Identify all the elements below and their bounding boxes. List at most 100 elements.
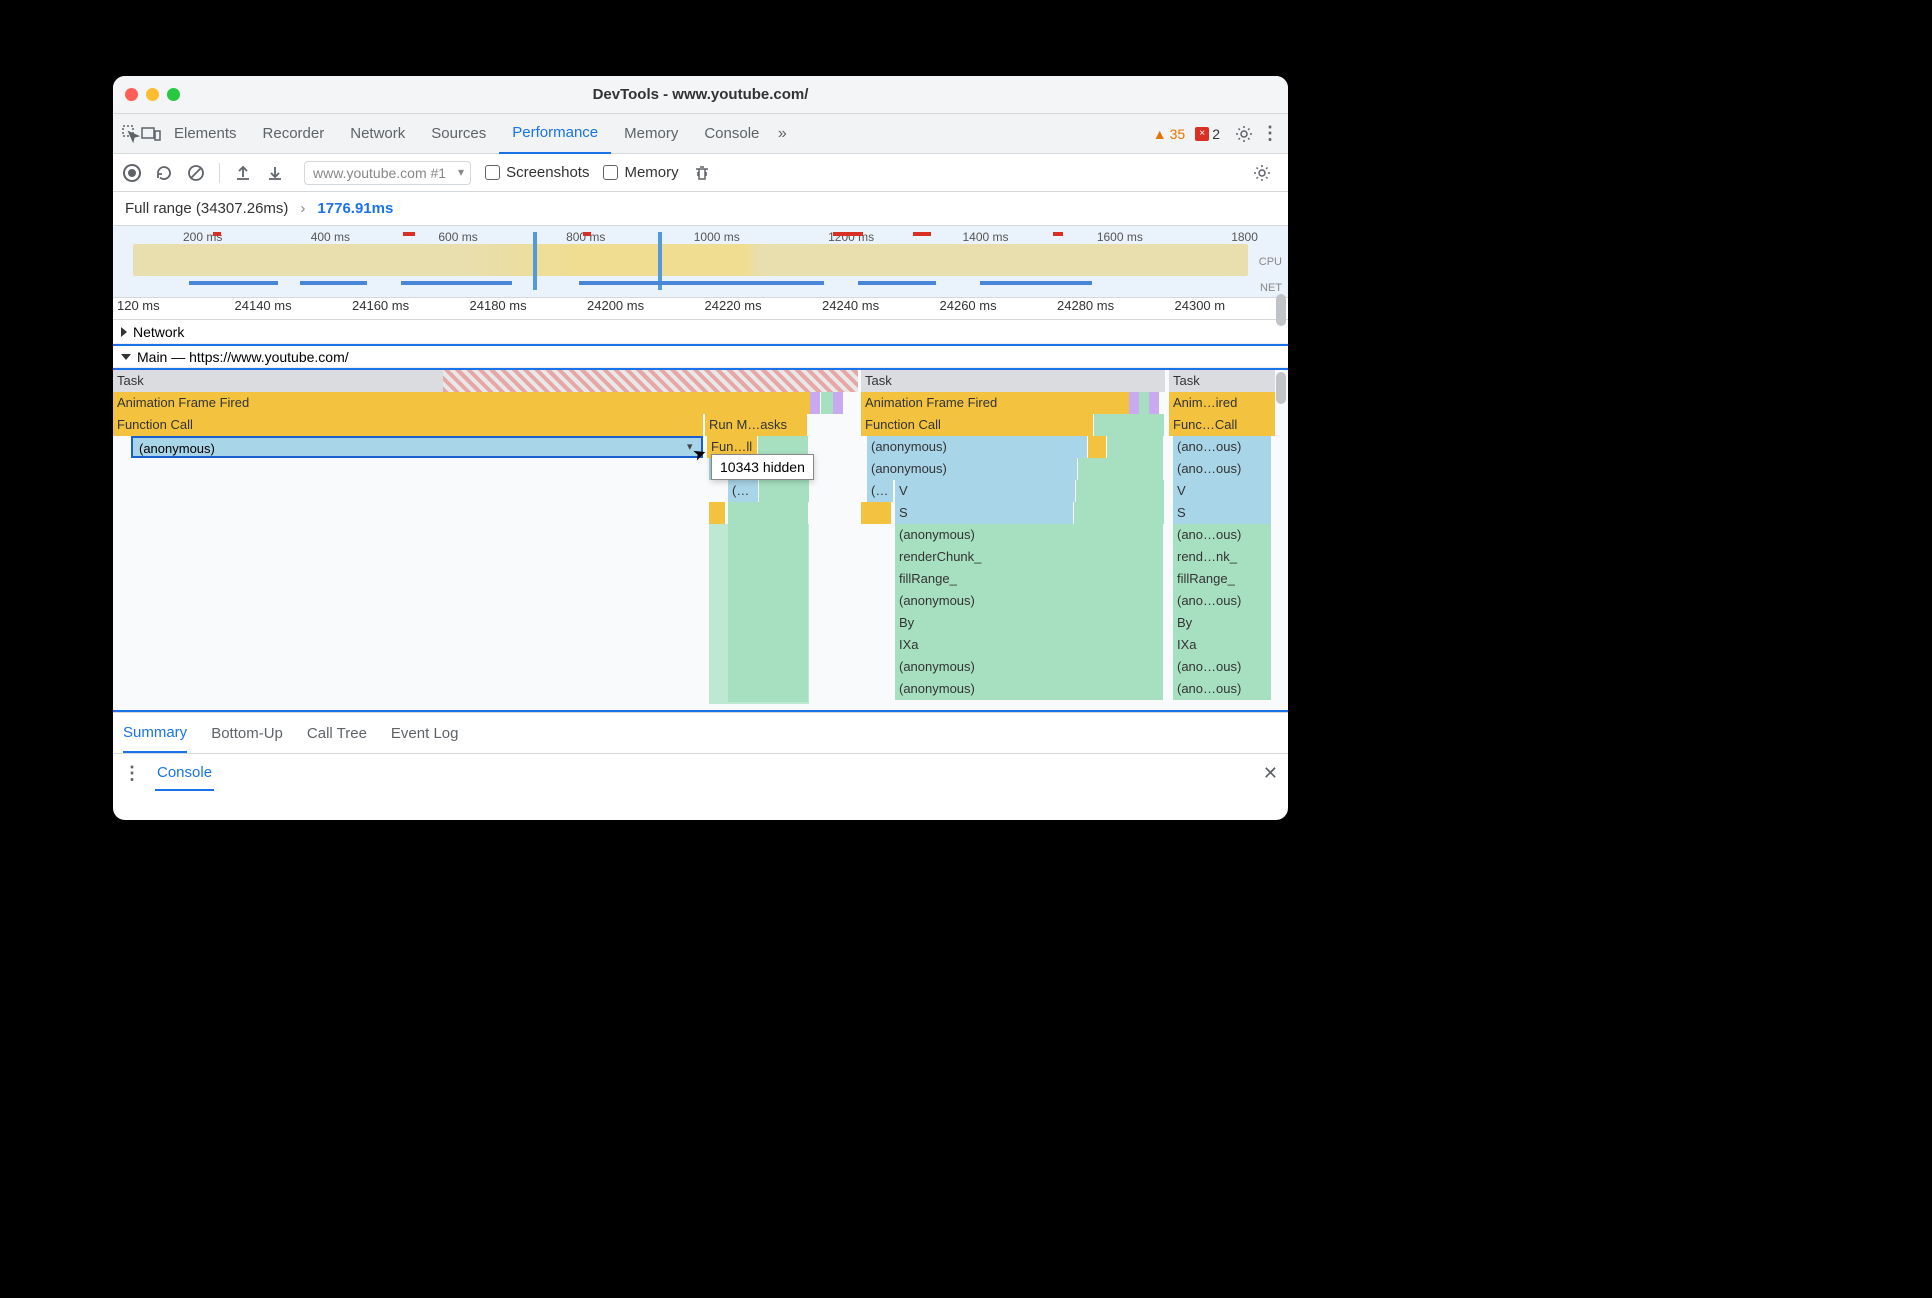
flame-slice[interactable] <box>1139 392 1149 414</box>
main-track[interactable]: Main — https://www.youtube.com/ <box>113 344 1288 368</box>
flame-paren[interactable]: (… <box>728 480 758 502</box>
flame-aff[interactable]: Animation Frame Fired <box>113 392 810 414</box>
flame-anon[interactable]: (anonymous) <box>895 524 1163 546</box>
panel-settings-icon[interactable] <box>1252 163 1272 183</box>
settings-icon[interactable] <box>1234 124 1254 144</box>
inspect-element-icon[interactable] <box>121 124 141 144</box>
flame-slice[interactable] <box>1078 458 1163 480</box>
flame-render[interactable]: rend…nk_ <box>1173 546 1271 568</box>
tab-sources[interactable]: Sources <box>418 114 499 154</box>
flame-anon[interactable]: (ano…ous) <box>1173 436 1271 458</box>
flame-anon[interactable]: (anonymous) <box>867 436 1087 458</box>
flame-functioncall[interactable]: Function Call <box>861 414 1093 436</box>
errors-badge[interactable]: × 2 <box>1195 126 1220 142</box>
flame-slice[interactable] <box>810 392 820 414</box>
flame-slice[interactable] <box>709 502 725 524</box>
overview-marker <box>913 232 931 236</box>
flame-slice[interactable] <box>861 502 891 524</box>
overview-minimap[interactable]: 200 ms400 ms600 ms800 ms1000 ms1200 ms14… <box>113 226 1288 298</box>
profile-select[interactable]: www.youtube.com #1 <box>304 161 471 185</box>
flame-slice[interactable] <box>1107 436 1163 458</box>
flame-aff[interactable]: Animation Frame Fired <box>861 392 1129 414</box>
warnings-badge[interactable]: ▲ 35 <box>1153 126 1185 142</box>
flame-anon[interactable]: (anonymous) <box>895 678 1163 700</box>
tab-eventlog[interactable]: Event Log <box>391 715 459 752</box>
flame-s[interactable]: S <box>895 502 1073 524</box>
flame-anon[interactable]: (anonymous) <box>895 590 1163 612</box>
flame-slice[interactable] <box>1129 392 1139 414</box>
flame-aff[interactable]: Anim…ired <box>1169 392 1275 414</box>
console-drawer: ⋮ Console ✕ <box>113 754 1288 792</box>
flame-slice[interactable] <box>759 480 809 502</box>
flame-slice[interactable] <box>1076 480 1164 502</box>
flame-fill[interactable]: fillRange_ <box>895 568 1163 590</box>
scroll-thumb[interactable] <box>1276 294 1286 326</box>
kebab-menu-icon[interactable]: ⋮ <box>1260 124 1280 144</box>
flame-task[interactable]: Task <box>861 370 1165 392</box>
tab-bottomup[interactable]: Bottom-Up <box>211 715 283 752</box>
flame-anon[interactable]: (ano…ous) <box>1173 678 1271 700</box>
flame-fill[interactable]: fillRange_ <box>1173 568 1271 590</box>
flame-chart[interactable]: Task Animation Frame Fired Function Call… <box>113 368 1288 712</box>
flame-anonymous-selected[interactable]: (anonymous) <box>131 436 703 458</box>
tab-elements[interactable]: Elements <box>161 114 250 154</box>
flame-slice[interactable] <box>1149 392 1159 414</box>
flame-stack[interactable] <box>709 524 809 704</box>
upload-icon[interactable] <box>234 164 252 182</box>
network-track[interactable]: Network <box>113 320 1288 344</box>
more-tabs-icon[interactable]: » <box>772 124 792 144</box>
flame-functioncall[interactable]: Function Call <box>113 414 703 436</box>
tab-recorder[interactable]: Recorder <box>250 114 338 154</box>
kebab-menu-icon[interactable]: ⋮ <box>123 763 141 784</box>
detail-ruler[interactable]: 120 ms24140 ms24160 ms24180 ms24200 ms24… <box>113 298 1288 320</box>
drawer-tab-console[interactable]: Console <box>155 756 214 791</box>
tab-summary[interactable]: Summary <box>123 714 187 753</box>
tab-calltree[interactable]: Call Tree <box>307 715 367 752</box>
device-toolbar-icon[interactable] <box>141 124 161 144</box>
clear-button[interactable] <box>187 164 205 182</box>
flame-slice[interactable] <box>1074 502 1164 524</box>
memory-checkbox[interactable]: Memory <box>603 164 678 181</box>
flame-anon[interactable]: (ano…ous) <box>1173 524 1271 546</box>
tab-network[interactable]: Network <box>337 114 418 154</box>
flame-anon[interactable]: (ano…ous) <box>1173 656 1271 678</box>
tab-console[interactable]: Console <box>691 114 772 154</box>
cpu-wave <box>133 244 1248 276</box>
flame-anon[interactable]: (anonymous) <box>895 656 1163 678</box>
flame-render[interactable]: renderChunk_ <box>895 546 1163 568</box>
flame-v[interactable]: V <box>895 480 1075 502</box>
flame-by[interactable]: By <box>895 612 1163 634</box>
breadcrumb-full[interactable]: Full range (34307.26ms) <box>125 200 288 217</box>
flame-slice[interactable] <box>833 392 843 414</box>
flame-anon[interactable]: (ano…ous) <box>1173 590 1271 612</box>
screenshots-checkbox[interactable]: Screenshots <box>485 164 589 181</box>
download-icon[interactable] <box>266 164 284 182</box>
devtools-window: DevTools - www.youtube.com/ Elements Rec… <box>113 76 1288 820</box>
flame-functioncall[interactable]: Func…Call <box>1169 414 1275 436</box>
close-drawer-icon[interactable]: ✕ <box>1263 763 1278 784</box>
flame-slice[interactable] <box>821 392 833 414</box>
record-button[interactable] <box>123 164 141 182</box>
flame-slice[interactable] <box>1088 436 1106 458</box>
reload-button[interactable] <box>155 164 173 182</box>
flame-by[interactable]: By <box>1173 612 1271 634</box>
flame-ixa[interactable]: IXa <box>1173 634 1271 656</box>
overview-marker <box>583 232 591 236</box>
flame-ixa[interactable]: IXa <box>895 634 1163 656</box>
breadcrumb-current[interactable]: 1776.91ms <box>317 200 393 217</box>
perf-toolbar: www.youtube.com #1 Screenshots Memory <box>113 154 1288 192</box>
tab-memory[interactable]: Memory <box>611 114 691 154</box>
flame-v[interactable]: V <box>1173 480 1271 502</box>
scroll-thumb[interactable] <box>1276 372 1286 404</box>
flame-long-task[interactable] <box>443 370 858 392</box>
flame-slice[interactable] <box>1094 414 1164 436</box>
flame-paren[interactable]: (… <box>867 480 893 502</box>
tab-performance[interactable]: Performance <box>499 114 611 154</box>
flame-s[interactable]: S <box>1173 502 1271 524</box>
flame-anon[interactable]: (anonymous) <box>867 458 1077 480</box>
flame-anon[interactable]: (ano…ous) <box>1173 458 1271 480</box>
garbage-collect-icon[interactable] <box>693 164 711 182</box>
flame-run-microtasks[interactable]: Run M…asks <box>705 414 807 436</box>
overview-ticks: 200 ms400 ms600 ms800 ms1000 ms1200 ms14… <box>113 230 1288 244</box>
flame-task[interactable]: Task <box>1169 370 1275 392</box>
